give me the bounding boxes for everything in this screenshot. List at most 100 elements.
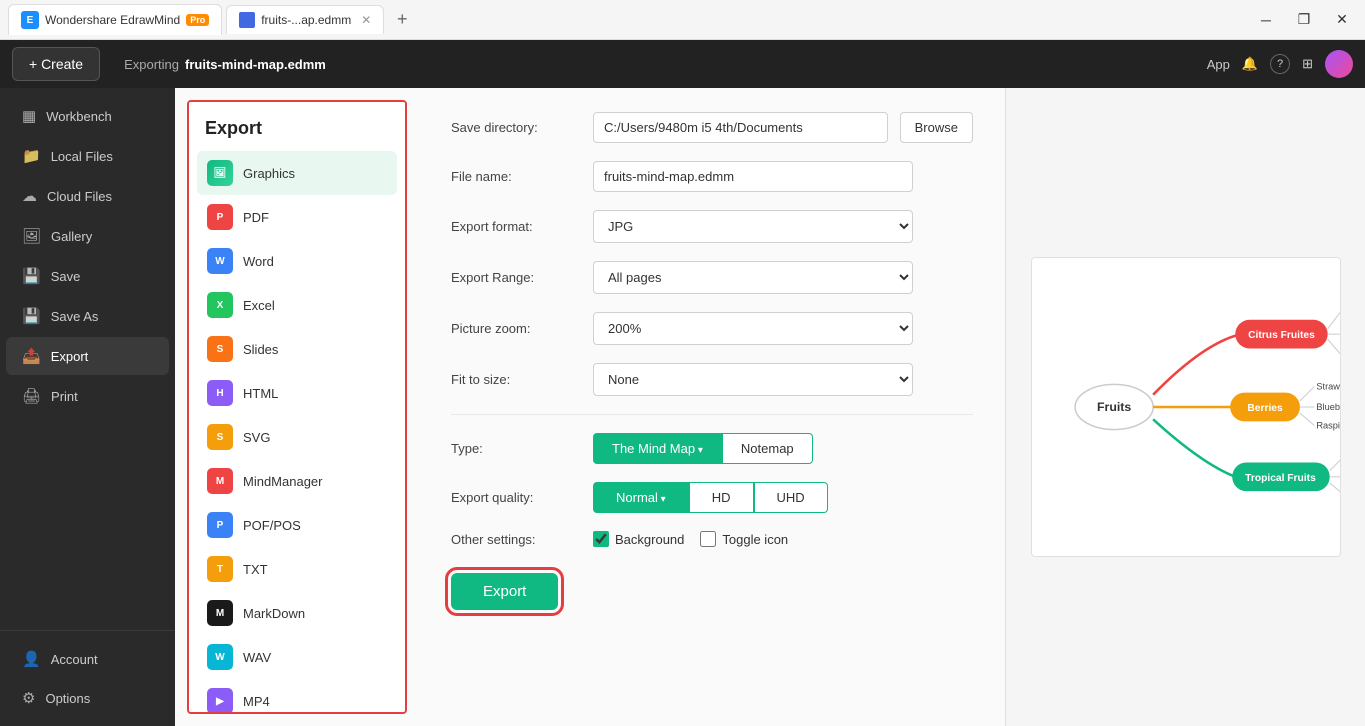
other-settings-row: Other settings: Background Toggle icon: [451, 531, 973, 547]
format-item-pdf[interactable]: P PDF: [197, 195, 397, 239]
export-format-select[interactable]: JPG PNG SVG PDF: [593, 210, 913, 243]
grid-icon[interactable]: ⊞: [1302, 56, 1313, 72]
format-item-html[interactable]: H HTML: [197, 371, 397, 415]
format-label-html: HTML: [243, 386, 278, 401]
format-label-slides: Slides: [243, 342, 278, 357]
format-label-word: Word: [243, 254, 274, 269]
help-icon[interactable]: ?: [1270, 54, 1290, 74]
quality-uhd-button[interactable]: UHD: [754, 482, 828, 513]
type-row: Type: The Mind Map Notemap: [451, 433, 973, 464]
format-item-mp4[interactable]: ▶ MP4: [197, 679, 397, 714]
type-mindmap-button[interactable]: The Mind Map: [593, 433, 722, 464]
svg-text:Berries: Berries: [1247, 403, 1283, 414]
txt-icon: T: [207, 556, 233, 582]
format-item-graphics[interactable]: 🖼 Graphics: [197, 151, 397, 195]
svg-text:Raspieries: Raspieries: [1316, 421, 1340, 431]
browse-button[interactable]: Browse: [900, 112, 973, 143]
sidebar-item-gallery[interactable]: 🖼 Gallery: [6, 217, 169, 255]
svg-text:Fruits: Fruits: [1097, 400, 1131, 414]
format-list: Export 🖼 Graphics P PDF W Word X Excel: [187, 100, 407, 714]
picture-zoom-row: Picture zoom: 200% 100% 150%: [451, 312, 973, 345]
create-button[interactable]: + Create: [12, 47, 100, 81]
file-name-label: File name:: [451, 169, 581, 184]
close-button[interactable]: ✕: [1327, 5, 1357, 35]
format-label-graphics: Graphics: [243, 166, 295, 181]
sidebar-item-save[interactable]: 💾 Save: [6, 257, 169, 295]
export-button[interactable]: Export: [451, 573, 558, 610]
toggle-icon-checkbox-item[interactable]: Toggle icon: [700, 531, 788, 547]
app-label[interactable]: App: [1207, 57, 1230, 72]
app-tab-file[interactable]: fruits-...ap.edmm ✕: [226, 5, 384, 34]
fit-to-size-select[interactable]: None A4 A3: [593, 363, 913, 396]
checkbox-group: Background Toggle icon: [593, 531, 788, 547]
notification-icon[interactable]: 🔔: [1242, 56, 1258, 72]
format-item-excel[interactable]: X Excel: [197, 283, 397, 327]
save-directory-input[interactable]: [593, 112, 888, 143]
format-label-wav: WAV: [243, 650, 271, 665]
new-tab-button[interactable]: +: [388, 6, 416, 34]
sidebar-label-local-files: Local Files: [51, 149, 113, 164]
app-logo: E: [21, 11, 39, 29]
restore-button[interactable]: ❐: [1289, 5, 1319, 35]
file-name-input[interactable]: [593, 161, 913, 192]
sidebar-item-save-as[interactable]: 💾 Save As: [6, 297, 169, 335]
background-checkbox[interactable]: [593, 531, 609, 547]
titlebar-controls: ─ ❐ ✕: [1251, 5, 1357, 35]
background-checkbox-item[interactable]: Background: [593, 531, 684, 547]
format-label-markdown: MarkDown: [243, 606, 305, 621]
sidebar-item-options[interactable]: ⚙ Options: [6, 679, 169, 717]
slides-icon: S: [207, 336, 233, 362]
gallery-icon: 🖼: [22, 227, 41, 245]
type-notemap-button[interactable]: Notemap: [722, 433, 813, 464]
minimize-button[interactable]: ─: [1251, 5, 1281, 35]
export-body: Export 🖼 Graphics P PDF W Word X Excel: [175, 88, 1365, 726]
svg-icon: S: [207, 424, 233, 450]
toggle-icon-checkbox[interactable]: [700, 531, 716, 547]
save-as-icon: 💾: [22, 307, 41, 325]
sidebar-label-workbench: Workbench: [46, 109, 112, 124]
export-format-row: Export format: JPG PNG SVG PDF: [451, 210, 973, 243]
format-label-svg: SVG: [243, 430, 270, 445]
titlebar-left: E Wondershare EdrawMind Pro fruits-...ap…: [8, 4, 416, 35]
export-title: Export: [197, 118, 397, 151]
quality-normal-button[interactable]: Normal: [593, 482, 689, 513]
app-tab-main[interactable]: E Wondershare EdrawMind Pro: [8, 4, 222, 35]
sidebar-label-options: Options: [45, 691, 90, 706]
appbar-right: App 🔔 ? ⊞: [1207, 50, 1353, 78]
format-item-wav[interactable]: W WAV: [197, 635, 397, 679]
export-icon: 📤: [22, 347, 41, 365]
format-item-word[interactable]: W Word: [197, 239, 397, 283]
wav-icon: W: [207, 644, 233, 670]
format-item-slides[interactable]: S Slides: [197, 327, 397, 371]
sidebar-item-account[interactable]: 👤 Account: [6, 640, 169, 678]
quality-hd-button[interactable]: HD: [689, 482, 754, 513]
format-item-mindmanager[interactable]: M MindManager: [197, 459, 397, 503]
format-item-txt[interactable]: T TXT: [197, 547, 397, 591]
sidebar-label-print: Print: [51, 389, 78, 404]
pdf-icon: P: [207, 204, 233, 230]
sidebar-item-local-files[interactable]: 📁 Local Files: [6, 137, 169, 175]
avatar[interactable]: [1325, 50, 1353, 78]
sidebar-item-cloud-files[interactable]: ☁ Cloud Files: [6, 177, 169, 215]
sidebar-item-print[interactable]: 🖨 Print: [6, 377, 169, 415]
picture-zoom-label: Picture zoom:: [451, 321, 581, 336]
quality-group: Normal HD UHD: [593, 482, 828, 513]
word-icon: W: [207, 248, 233, 274]
preview-canvas: Fruits Citrus Fruites Oranges Lemons Gra…: [1031, 257, 1341, 557]
save-icon: 💾: [22, 267, 41, 285]
format-item-svg[interactable]: S SVG: [197, 415, 397, 459]
sidebar-item-workbench[interactable]: ▦ Workbench: [6, 97, 169, 135]
export-range-select[interactable]: All pages Current page: [593, 261, 913, 294]
format-item-pof[interactable]: P POF/POS: [197, 503, 397, 547]
file-tab-icon: [239, 12, 255, 28]
format-item-markdown[interactable]: M MarkDown: [197, 591, 397, 635]
appbar: + Create Exporting fruits-mind-map.edmm …: [0, 40, 1365, 88]
main-layout: ▦ Workbench 📁 Local Files ☁ Cloud Files …: [0, 88, 1365, 726]
format-label-excel: Excel: [243, 298, 275, 313]
close-tab-icon[interactable]: ✕: [361, 13, 371, 27]
sidebar-label-export: Export: [51, 349, 89, 364]
sidebar-item-export[interactable]: 📤 Export: [6, 337, 169, 375]
sidebar-label-cloud-files: Cloud Files: [47, 189, 112, 204]
picture-zoom-select[interactable]: 200% 100% 150%: [593, 312, 913, 345]
mindmap-svg: Fruits Citrus Fruites Oranges Lemons Gra…: [1032, 258, 1340, 556]
